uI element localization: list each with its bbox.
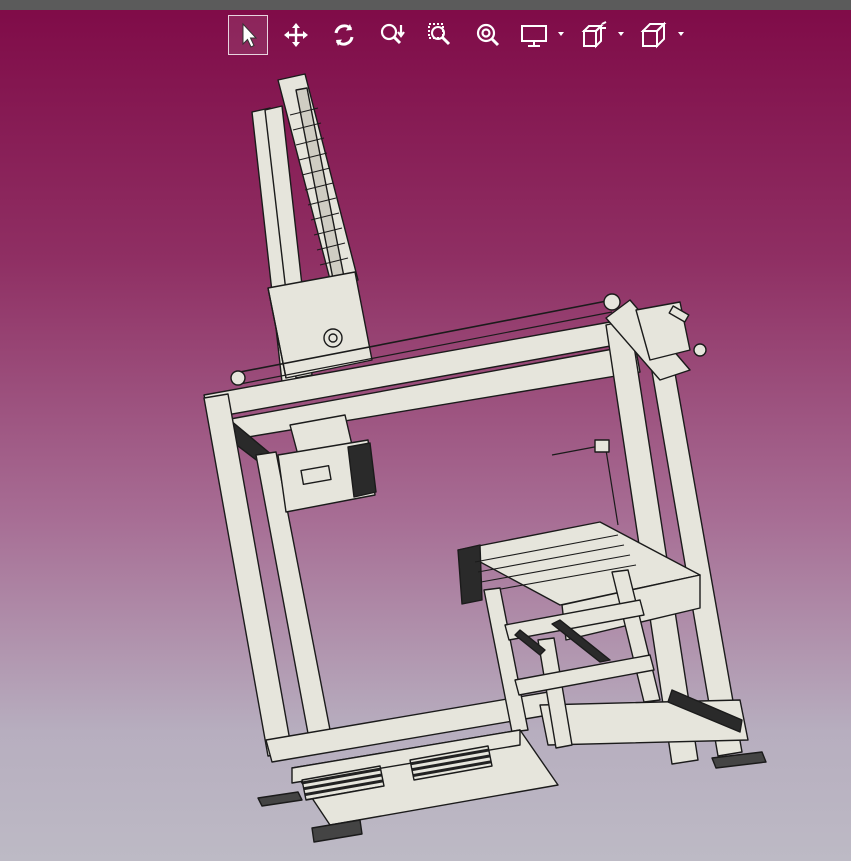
chevron-down-icon <box>678 32 684 36</box>
display-mode-dropdown[interactable] <box>516 15 568 55</box>
zoom-tool[interactable] <box>372 15 412 55</box>
viewer-toolbar <box>228 15 696 55</box>
zoom-fit-tool[interactable] <box>468 15 508 55</box>
view-orientation-dropdown[interactable] <box>636 15 688 55</box>
move-arrows-icon <box>284 23 308 47</box>
3d-viewport[interactable] <box>0 0 851 861</box>
zoom-window-icon <box>428 23 451 46</box>
zoom-arrow-icon <box>380 23 405 45</box>
gripper-head <box>277 414 377 513</box>
rotate-icon <box>334 24 354 46</box>
cad-model-assembly[interactable] <box>0 0 851 861</box>
zoom-window-tool[interactable] <box>420 15 460 55</box>
cursor-arrow-icon <box>242 22 258 48</box>
explode-icon <box>581 21 607 49</box>
rotate-tool[interactable] <box>324 15 364 55</box>
chevron-down-icon <box>558 32 564 36</box>
pan-tool[interactable] <box>276 15 316 55</box>
monitor-icon <box>521 25 547 47</box>
vertical-axis <box>251 73 373 383</box>
cube-icon <box>640 21 667 49</box>
select-tool[interactable] <box>228 15 268 55</box>
chevron-down-icon <box>618 32 624 36</box>
zoom-fit-icon <box>476 23 500 47</box>
explode-dropdown[interactable] <box>576 15 628 55</box>
